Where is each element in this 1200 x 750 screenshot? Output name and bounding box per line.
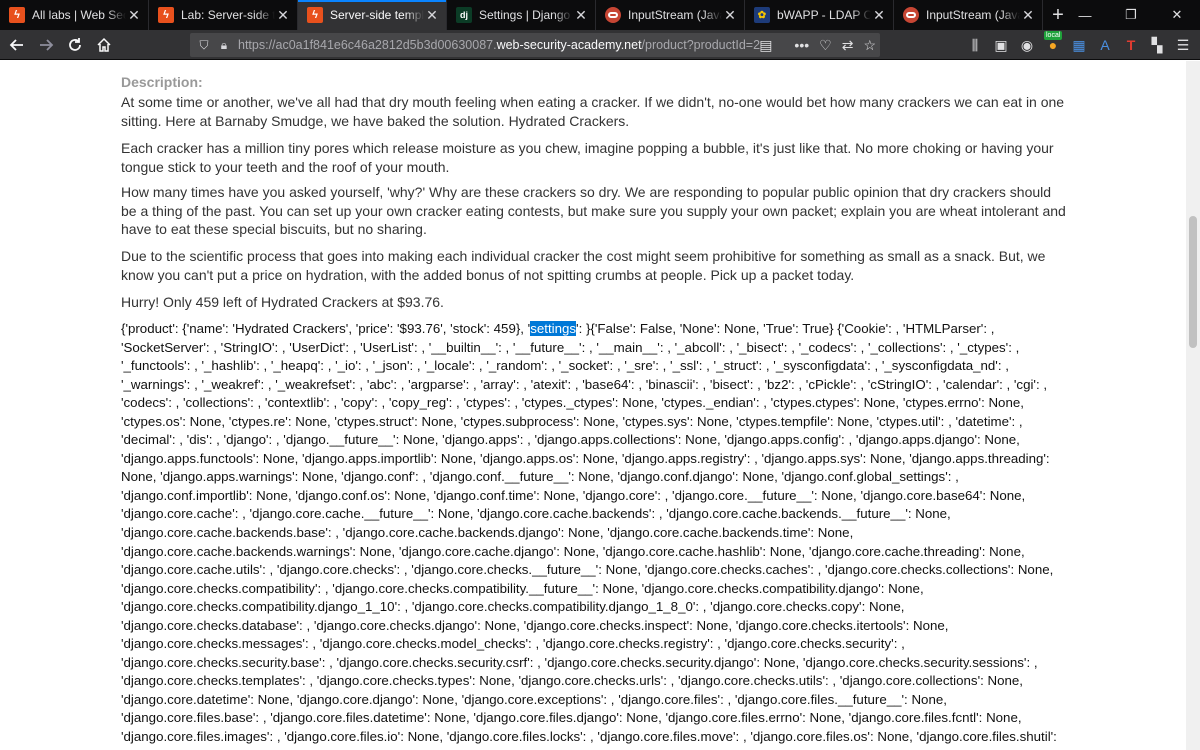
bwapp-icon: ✿ bbox=[754, 7, 770, 23]
description-paragraph: Each cracker has a million tiny pores wh… bbox=[121, 140, 1054, 175]
back-arrow-icon[interactable] bbox=[3, 32, 30, 58]
url-path: /product?productId=2 bbox=[641, 38, 761, 52]
django-icon: dj bbox=[456, 7, 472, 23]
close-window-icon[interactable]: ✕ bbox=[1154, 0, 1200, 30]
extensions-grid-icon[interactable]: ▚ bbox=[1144, 32, 1170, 58]
tab-title: InputStream (Java SE 9 bbox=[926, 8, 1020, 22]
translate-ext-icon[interactable]: A bbox=[1092, 32, 1118, 58]
stock-notice: Hurry! Only 459 left of Hydrated Cracker… bbox=[121, 294, 444, 310]
local-badge: local bbox=[1044, 31, 1063, 40]
close-icon[interactable]: ✕ bbox=[424, 8, 440, 22]
close-icon[interactable]: ✕ bbox=[1020, 8, 1036, 22]
sidebar-icon[interactable]: ▣ bbox=[988, 32, 1014, 58]
tab-inputstream-se9[interactable]: InputStream (Java SE 9 ✕ bbox=[894, 0, 1043, 30]
menu-icon[interactable]: ☰ bbox=[1170, 32, 1196, 58]
tab-title: Settings | Django docu bbox=[479, 8, 573, 22]
container-icon[interactable]: ▦ bbox=[1066, 32, 1092, 58]
tab-title: All labs | Web Security bbox=[32, 8, 126, 22]
more-actions-icon[interactable]: ••• bbox=[794, 37, 809, 53]
account-icon[interactable]: ◉ bbox=[1014, 32, 1040, 58]
tab-inputstream-platform[interactable]: InputStream (Java Plat ✕ bbox=[596, 0, 745, 30]
description-label: Description: bbox=[121, 74, 203, 90]
tab-django-settings[interactable]: dj Settings | Django docu ✕ bbox=[447, 0, 596, 30]
tab-strip: ϟ All labs | Web Security ✕ ϟ Lab: Serve… bbox=[0, 0, 1200, 30]
bookmark-star-icon[interactable]: ☆ bbox=[863, 37, 876, 54]
close-icon[interactable]: ✕ bbox=[275, 8, 291, 22]
close-icon[interactable]: ✕ bbox=[573, 8, 589, 22]
oracle-icon bbox=[605, 7, 621, 23]
url-host: web-security-academy.net bbox=[496, 38, 642, 52]
url-prefix: https://ac0a1f841e6c46a2812d5b3d00630087… bbox=[238, 38, 497, 52]
description-paragraph: How many times have you asked yourself, … bbox=[121, 184, 1066, 237]
oracle-icon bbox=[903, 7, 919, 23]
tab-title: Lab: Server-side templ bbox=[181, 8, 275, 22]
minimize-icon[interactable]: — bbox=[1062, 0, 1108, 30]
reload-icon[interactable] bbox=[61, 32, 88, 58]
url-actions: ▤ ••• ♡ ⇄ ☆ bbox=[759, 33, 876, 57]
forward-arrow-icon[interactable] bbox=[32, 32, 59, 58]
dump-text-after: ': }{'False': False, 'None': None, 'True… bbox=[121, 321, 1057, 745]
translate-icon[interactable]: ⇄ bbox=[842, 37, 854, 54]
window-controls: — ❐ ✕ bbox=[1062, 0, 1200, 30]
description-paragraph: Due to the scientific process that goes … bbox=[121, 248, 1046, 283]
toolbar-right: ⫼ ▣ ◉ local ● ▦ A T ▚ ☰ bbox=[962, 30, 1200, 60]
home-icon[interactable] bbox=[90, 32, 117, 58]
library-icon[interactable]: ⫼ bbox=[962, 32, 988, 58]
close-icon[interactable]: ✕ bbox=[722, 8, 738, 22]
lab-icon: ϟ bbox=[9, 7, 25, 23]
tab-lab-ssti[interactable]: ϟ Lab: Server-side templ ✕ bbox=[149, 0, 298, 30]
url-text[interactable]: https://ac0a1f841e6c46a2812d5b3d00630087… bbox=[238, 38, 760, 52]
tab-bwapp-ldap[interactable]: ✿ bWAPP - LDAP Conne ✕ bbox=[745, 0, 894, 30]
tab-server-side-template[interactable]: ϟ Server-side template i ✕ bbox=[298, 0, 447, 30]
page-content: Description: At some time or another, we… bbox=[0, 61, 1186, 750]
vertical-scrollbar[interactable] bbox=[1186, 61, 1200, 750]
tab-title: Server-side template i bbox=[330, 8, 424, 22]
shield-icon[interactable]: ⛉ bbox=[194, 38, 214, 53]
close-icon[interactable]: ✕ bbox=[871, 8, 887, 22]
reader-view-icon[interactable]: ▤ bbox=[759, 37, 772, 54]
extension-local-icon[interactable]: local ● bbox=[1040, 31, 1066, 58]
selected-text: settings bbox=[530, 321, 577, 336]
template-output-dump: {'product': {'name': 'Hydrated Crackers'… bbox=[121, 320, 1066, 747]
tab-title: InputStream (Java Plat bbox=[628, 8, 722, 22]
lab-icon: ϟ bbox=[158, 7, 174, 23]
url-bar[interactable]: ⛉ 🔒︎ https://ac0a1f841e6c46a2812d5b3d006… bbox=[190, 33, 880, 57]
text-ext-icon[interactable]: T bbox=[1118, 32, 1144, 58]
restore-icon[interactable]: ❐ bbox=[1108, 0, 1154, 30]
pocket-icon[interactable]: ♡ bbox=[819, 37, 832, 54]
tab-all-labs[interactable]: ϟ All labs | Web Security ✕ bbox=[0, 0, 149, 30]
tab-title: bWAPP - LDAP Conne bbox=[777, 8, 871, 22]
close-icon[interactable]: ✕ bbox=[126, 8, 142, 22]
description-paragraph: At some time or another, we've all had t… bbox=[121, 94, 1065, 129]
scroll-thumb[interactable] bbox=[1189, 216, 1197, 348]
dump-text-before: {'product': {'name': 'Hydrated Crackers'… bbox=[121, 321, 531, 336]
nav-toolbar: ⛉ 🔒︎ https://ac0a1f841e6c46a2812d5b3d006… bbox=[0, 30, 1200, 60]
lock-icon[interactable]: 🔒︎ bbox=[214, 38, 234, 53]
lab-icon: ϟ bbox=[307, 7, 323, 23]
